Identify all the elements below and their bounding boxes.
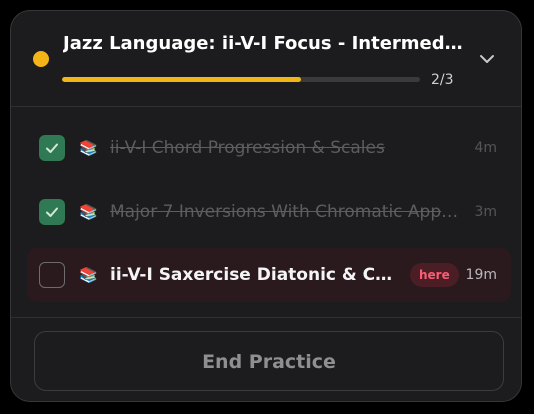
progress-label: 2/3: [431, 72, 454, 88]
exercise-duration: 4m: [474, 140, 497, 156]
exercise-checkbox-checked[interactable]: [39, 135, 65, 161]
books-icon: 📚: [79, 139, 98, 157]
status-dot: [33, 51, 49, 67]
footer-divider: [11, 317, 521, 318]
exercise-item-1[interactable]: 📚 ii-V-I Chord Progression & Scales 4m: [27, 121, 511, 175]
checkmark-icon: [46, 207, 58, 217]
routine-title: Jazz Language: ii-V-I Focus - Intermedia…: [63, 33, 463, 54]
practice-header[interactable]: Jazz Language: ii-V-I Focus - Intermedia…: [11, 11, 521, 106]
exercise-label: ii-V-I Chord Progression & Scales: [110, 138, 385, 158]
header-divider: [11, 106, 521, 107]
exercise-duration: 19m: [465, 267, 497, 283]
checkmark-icon: [46, 143, 58, 153]
practice-panel: Jazz Language: ii-V-I Focus - Intermedia…: [10, 10, 522, 402]
current-position-badge: here: [410, 263, 459, 287]
exercise-duration: 3m: [474, 204, 497, 220]
chevron-down-icon[interactable]: [475, 47, 499, 71]
exercise-checkbox-checked[interactable]: [39, 199, 65, 225]
progress-bar: [62, 77, 420, 82]
books-icon: 📚: [79, 203, 98, 221]
progress-fill: [62, 77, 301, 82]
exercise-item-3[interactable]: 📚 ii-V-I Saxercise Diatonic & Chromatic …: [27, 248, 511, 302]
end-practice-button[interactable]: End Practice: [34, 331, 504, 391]
exercise-label: ii-V-I Saxercise Diatonic & Chromatic: [110, 265, 396, 285]
books-icon: 📚: [79, 266, 98, 284]
exercise-label: Major 7 Inversions With Chromatic Approa…: [110, 202, 462, 222]
exercise-checkbox-unchecked[interactable]: [39, 262, 65, 288]
exercise-item-2[interactable]: 📚 Major 7 Inversions With Chromatic Appr…: [27, 185, 511, 239]
